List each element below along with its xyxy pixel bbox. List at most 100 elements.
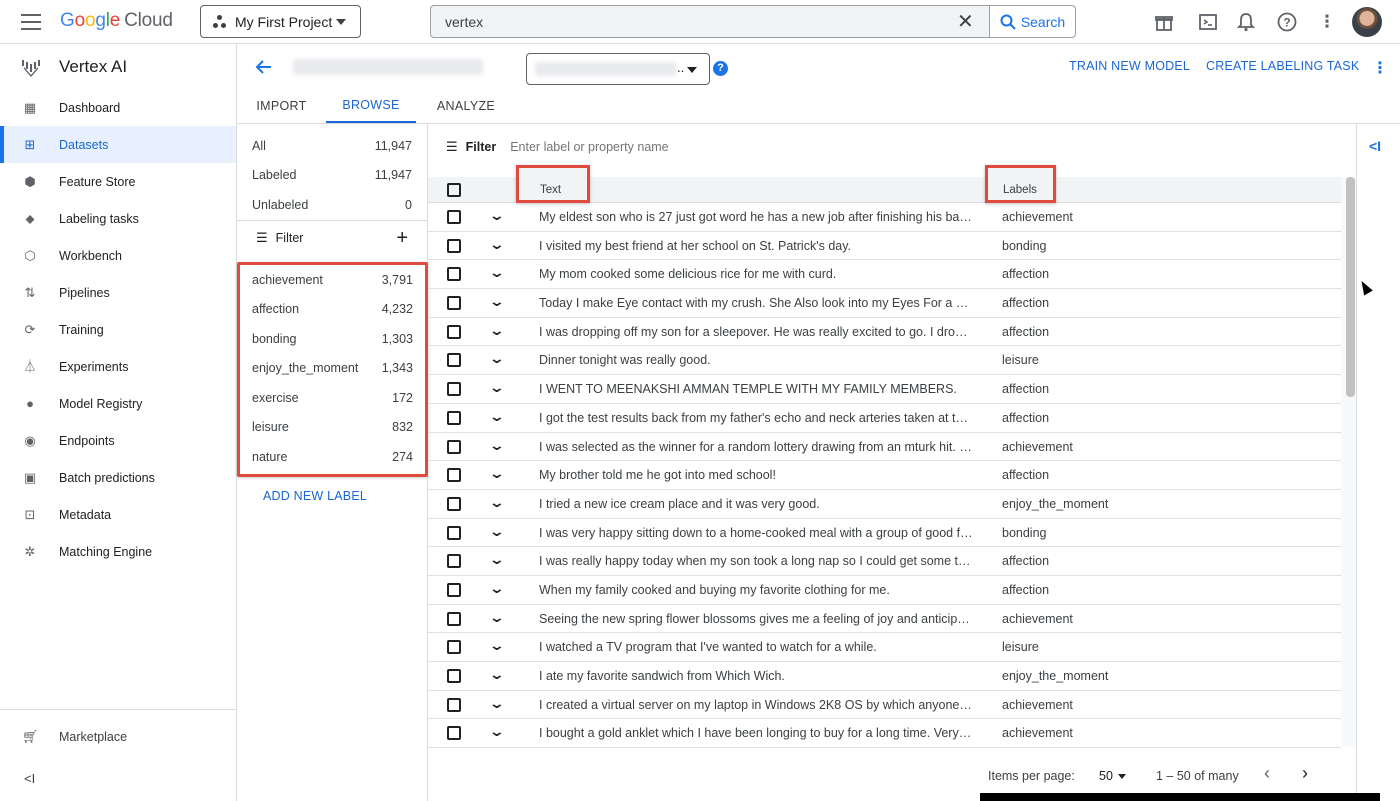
row-checkbox[interactable] — [447, 582, 461, 597]
expand-chevron-icon[interactable]: ⌄ — [489, 609, 505, 626]
prev-page-icon[interactable]: ‹ — [1264, 763, 1270, 784]
sidebar-item-datasets[interactable]: ⊞ Datasets — [0, 126, 236, 163]
tab-browse[interactable]: BROWSE — [326, 89, 416, 123]
row-checkbox[interactable] — [447, 496, 461, 511]
row-checkbox[interactable] — [447, 210, 461, 224]
table-row[interactable]: ⌄ I watched a TV program that I've wanted… — [428, 633, 1341, 662]
table-row[interactable]: ⌄ My brother told me he got into med scho… — [428, 461, 1341, 490]
row-checkbox[interactable] — [447, 353, 461, 368]
add-icon[interactable]: + — [396, 227, 408, 250]
sidebar-item-training[interactable]: ⟳ Training — [0, 311, 236, 348]
back-arrow-icon[interactable] — [254, 57, 274, 83]
expand-chevron-icon[interactable]: ⌄ — [489, 494, 505, 511]
sidebar-item-pipelines[interactable]: ⇅ Pipelines — [0, 274, 236, 311]
row-checkbox[interactable] — [447, 296, 461, 311]
row-checkbox[interactable] — [447, 238, 461, 253]
count-unlabeled[interactable]: Unlabeled 0 — [237, 190, 427, 220]
table-row[interactable]: ⌄ When my family cooked and buying my fav… — [428, 576, 1341, 605]
row-checkbox[interactable] — [447, 267, 461, 282]
table-row[interactable]: ⌄ I was selected as the winner for a rand… — [428, 433, 1341, 462]
expand-panel-icon[interactable]: <I — [1369, 138, 1381, 154]
train-new-model-button[interactable]: TRAIN NEW MODEL — [1069, 59, 1190, 73]
label-item[interactable]: nature 274 — [240, 442, 425, 472]
expand-chevron-icon[interactable]: ⌄ — [489, 465, 505, 482]
expand-chevron-icon[interactable]: ⌄ — [489, 551, 505, 568]
expand-chevron-icon[interactable]: ⌄ — [489, 207, 505, 224]
search-button[interactable]: Search — [989, 6, 1075, 37]
search-input[interactable] — [431, 13, 951, 30]
label-item[interactable]: affection 4,232 — [240, 295, 425, 325]
expand-chevron-icon[interactable]: ⌄ — [489, 264, 505, 281]
expand-chevron-icon[interactable]: ⌄ — [489, 580, 505, 597]
table-row[interactable]: ⌄ I created a virtual server on my laptop… — [428, 691, 1341, 720]
expand-chevron-icon[interactable]: ⌄ — [489, 695, 505, 712]
row-checkbox[interactable] — [447, 669, 461, 683]
sidebar-item-model-registry[interactable]: ● Model Registry — [0, 385, 236, 422]
table-row[interactable]: ⌄ I ate my favorite sandwich from Which W… — [428, 662, 1341, 691]
caret-down-icon[interactable] — [1118, 774, 1126, 779]
notifications-icon[interactable] — [1236, 12, 1256, 32]
count-labeled[interactable]: Labeled 11,947 — [237, 161, 427, 191]
row-checkbox[interactable] — [447, 468, 461, 483]
gift-icon[interactable] — [1154, 12, 1174, 32]
label-item[interactable]: leisure 832 — [240, 413, 425, 443]
sidebar-item-feature-store[interactable]: ⬢ Feature Store — [0, 163, 236, 200]
count-all[interactable]: All 11,947 — [237, 131, 427, 161]
expand-chevron-icon[interactable]: ⌄ — [489, 637, 505, 654]
row-checkbox[interactable] — [447, 611, 461, 626]
more-vert-icon[interactable]: ⋮ — [1317, 12, 1337, 32]
create-labeling-task-button[interactable]: CREATE LABELING TASK — [1206, 59, 1359, 73]
expand-chevron-icon[interactable]: ⌄ — [489, 523, 505, 540]
items-per-page-select[interactable]: 50 — [1099, 769, 1113, 783]
expand-chevron-icon[interactable]: ⌄ — [489, 379, 505, 396]
row-checkbox[interactable] — [447, 640, 461, 655]
row-checkbox[interactable] — [447, 525, 461, 540]
filter-input[interactable] — [510, 140, 811, 154]
expand-chevron-icon[interactable]: ⌄ — [489, 723, 505, 740]
expand-chevron-icon[interactable]: ⌄ — [489, 666, 505, 683]
label-item[interactable]: achievement 3,791 — [240, 265, 425, 295]
label-item[interactable]: exercise 172 — [240, 383, 425, 413]
table-row[interactable]: ⌄ Dinner tonight was really good. leisure — [428, 346, 1341, 376]
tab-import[interactable]: IMPORT — [237, 89, 326, 123]
column-header-text[interactable]: Text — [516, 165, 590, 203]
select-all-checkbox[interactable] — [447, 183, 461, 197]
row-checkbox[interactable] — [447, 554, 461, 569]
table-row[interactable]: ⌄ My eldest son who is 27 just got word h… — [428, 203, 1341, 232]
table-row[interactable]: ⌄ Today I make Eye contact with my crush.… — [428, 289, 1341, 318]
label-item[interactable]: enjoy_the_moment 1,343 — [240, 354, 425, 384]
label-item[interactable]: bonding 1,303 — [240, 324, 425, 354]
sidebar-item-metadata[interactable]: ⊡ Metadata — [0, 496, 236, 533]
expand-chevron-icon[interactable]: ⌄ — [489, 322, 505, 339]
expand-chevron-icon[interactable]: ⌄ — [489, 350, 505, 367]
menu-icon[interactable] — [21, 14, 41, 30]
sidebar-item-experiments[interactable]: ⏃ Experiments — [0, 348, 236, 385]
expand-chevron-icon[interactable]: ⌄ — [489, 408, 505, 425]
collapse-nav-icon[interactable]: <I — [24, 771, 35, 786]
table-row[interactable]: ⌄ Seeing the new spring flower blossoms g… — [428, 605, 1341, 634]
expand-chevron-icon[interactable]: ⌄ — [489, 293, 505, 310]
clear-icon[interactable]: ✕ — [957, 12, 974, 32]
row-checkbox[interactable] — [447, 726, 461, 741]
google-cloud-logo[interactable]: Google Cloud — [60, 10, 173, 32]
table-row[interactable]: ⌄ I bought a gold anklet which I have bee… — [428, 719, 1341, 749]
row-checkbox[interactable] — [447, 324, 461, 339]
expand-chevron-icon[interactable]: ⌄ — [489, 236, 505, 253]
row-checkbox[interactable] — [447, 410, 461, 425]
project-selector[interactable]: My First Project — [200, 5, 361, 38]
cloud-shell-icon[interactable] — [1198, 12, 1218, 32]
add-new-label-button[interactable]: ADD NEW LABEL — [263, 489, 367, 503]
sidebar-item-labeling-tasks[interactable]: ⬥ Labeling tasks — [0, 200, 236, 237]
column-header-labels[interactable]: Labels — [985, 165, 1056, 203]
sidebar-item-batch-predictions[interactable]: ▣ Batch predictions — [0, 459, 236, 496]
tab-analyze[interactable]: ANALYZE — [427, 89, 505, 123]
table-row[interactable]: ⌄ I visited my best friend at her school … — [428, 232, 1341, 261]
sidebar-item-dashboard[interactable]: ▦ Dashboard — [0, 89, 236, 126]
more-vert-icon[interactable]: ⋮ — [1372, 58, 1388, 78]
row-checkbox[interactable] — [447, 439, 461, 454]
label-filter[interactable]: ☰ Filter + — [237, 221, 427, 255]
sidebar-item-matching-engine[interactable]: ✲ Matching Engine — [0, 533, 236, 570]
help-icon[interactable]: ? — [1277, 12, 1297, 32]
sidebar-item-marketplace[interactable]: 🛒︎ Marketplace — [0, 718, 236, 755]
expand-chevron-icon[interactable]: ⌄ — [489, 437, 505, 454]
